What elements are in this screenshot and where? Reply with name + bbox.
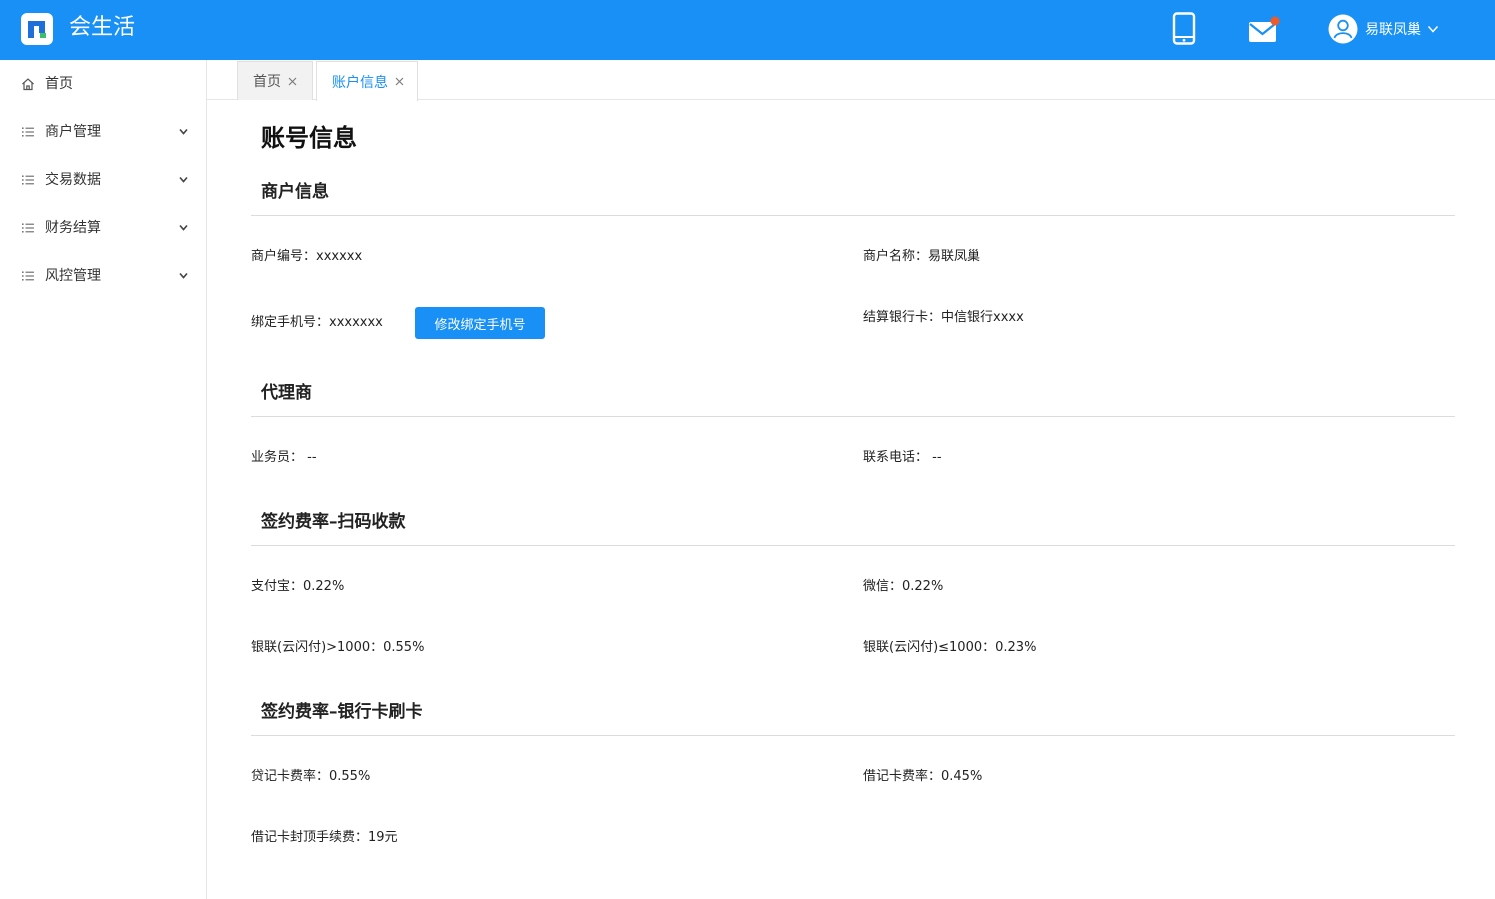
section-title-rate-card: 签约费率–银行卡刷卡 [261, 702, 423, 722]
tab-label: 账户信息 [332, 74, 388, 91]
wechat-rate: 微信：0.22% [863, 579, 944, 594]
tab-label: 首页 [253, 74, 281, 90]
list-icon [22, 271, 34, 281]
change-phone-button[interactable]: 修改绑定手机号 [415, 307, 545, 339]
debit-card-rate: 借记卡费率：0.45% [863, 769, 983, 784]
notification-dot [1270, 16, 1280, 26]
divider [251, 215, 1455, 216]
chevron-down-icon [179, 128, 188, 135]
unionpay-rate-over-1000: 银联(云闪付)>1000：0.55% [251, 640, 425, 655]
sidebar-item-label: 交易数据 [45, 172, 101, 188]
top-header: 会生活 易联凤巢 [0, 0, 1495, 60]
page-title: 账号信息 [261, 124, 357, 152]
home-icon [22, 78, 34, 91]
list-icon [22, 127, 34, 137]
close-icon[interactable] [288, 77, 297, 86]
tab-account-info[interactable]: 账户信息 [316, 61, 418, 101]
logo-icon[interactable] [21, 13, 53, 45]
sidebar-item-label: 商户管理 [45, 124, 101, 140]
app-title: 会生活 [69, 15, 136, 40]
sidebar-item-financial-settlement[interactable]: 财务结算 [0, 204, 206, 252]
debit-card-cap-fee: 借记卡封顶手续费：19元 [251, 830, 398, 845]
sidebar-item-label: 财务结算 [45, 220, 101, 236]
merchant-no: 商户编号：xxxxxx [251, 249, 363, 264]
unionpay-rate-under-1000: 银联(云闪付)≤1000：0.23% [863, 640, 1037, 655]
sidebar-item-transaction-data[interactable]: 交易数据 [0, 156, 206, 204]
alipay-rate: 支付宝：0.22% [251, 579, 345, 594]
salesperson: 业务员： -- [251, 450, 317, 465]
section-title-agent: 代理商 [261, 383, 312, 403]
bound-phone: 绑定手机号：xxxxxxx [251, 315, 383, 330]
phone-icon[interactable] [1172, 12, 1196, 45]
sidebar: 首页 商户管理 交易数据 财务结算 风控管理 [0, 60, 207, 899]
credit-card-rate: 贷记卡费率：0.55% [251, 769, 371, 784]
user-name[interactable]: 易联凤巢 [1365, 19, 1421, 39]
divider [251, 735, 1455, 736]
avatar-icon [1328, 14, 1358, 44]
tab-home[interactable]: 首页 [237, 61, 313, 100]
sidebar-item-label: 风控管理 [45, 268, 101, 284]
mail-icon[interactable] [1248, 16, 1280, 44]
close-icon[interactable] [395, 77, 404, 86]
tab-bar: 首页 账户信息 [207, 60, 1495, 101]
sidebar-item-risk-control[interactable]: 风控管理 [0, 252, 206, 300]
chevron-down-icon [179, 176, 188, 183]
sidebar-item-home[interactable]: 首页 [0, 60, 206, 108]
section-title-rate-scan: 签约费率–扫码收款 [261, 512, 406, 532]
merchant-name: 商户名称：易联凤巢 [863, 249, 981, 264]
list-icon [22, 223, 34, 233]
settlement-card: 结算银行卡：中信银行xxxx [863, 310, 1024, 325]
sidebar-item-label: 首页 [45, 76, 73, 92]
chevron-down-icon [179, 224, 188, 231]
list-icon [22, 175, 34, 185]
sidebar-item-merchant-management[interactable]: 商户管理 [0, 108, 206, 156]
divider [251, 416, 1455, 417]
chevron-down-icon[interactable] [1427, 23, 1439, 35]
section-title-merchant: 商户信息 [261, 182, 329, 202]
user-menu[interactable]: 易联凤巢 [1328, 13, 1439, 45]
divider [251, 545, 1455, 546]
contact-phone: 联系电话： -- [863, 450, 942, 465]
chevron-down-icon [179, 272, 188, 279]
